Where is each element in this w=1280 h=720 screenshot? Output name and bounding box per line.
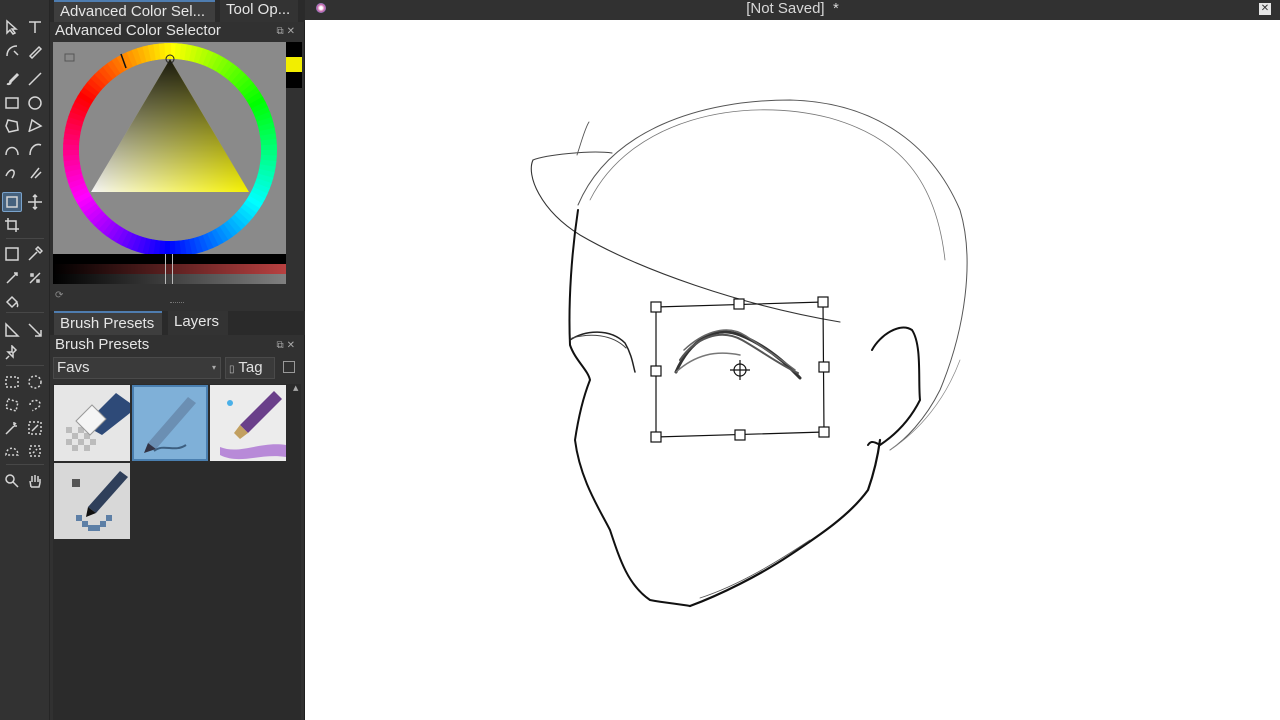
ellipse-select-icon[interactable] xyxy=(25,372,45,392)
docker-float-close-buttons[interactable]: ⧉✕ xyxy=(276,26,298,37)
rectangle-tool-icon[interactable] xyxy=(2,93,22,113)
dynamic-brush-icon[interactable] xyxy=(2,162,22,182)
scroll-up-icon[interactable]: ▲ xyxy=(293,384,298,392)
hsv-color-wheel[interactable] xyxy=(53,42,286,257)
docker-panel: Advanced Color Sel... Tool Op... Advance… xyxy=(50,0,305,720)
smart-patch-icon[interactable] xyxy=(2,268,22,288)
crop-tool-icon[interactable] xyxy=(2,215,22,235)
rect-select-icon[interactable] xyxy=(2,372,22,392)
magnetic-select-icon[interactable] xyxy=(25,441,45,461)
color-history-bars[interactable] xyxy=(53,254,286,288)
preset-pixel-pen[interactable] xyxy=(54,463,130,539)
pin-tool-icon[interactable] xyxy=(2,343,22,363)
reference-tool-icon[interactable] xyxy=(25,320,45,340)
calligraphy-icon[interactable] xyxy=(25,41,45,61)
bezier-select-icon[interactable] xyxy=(2,441,22,461)
gradient-tool-icon[interactable] xyxy=(2,244,22,264)
top-docker-tabbar: Advanced Color Sel... Tool Op... xyxy=(50,0,305,22)
zoom-tool-icon[interactable] xyxy=(2,471,22,491)
preset-eraser[interactable] xyxy=(54,385,130,461)
freehand-select-icon[interactable] xyxy=(25,395,45,415)
document-title: [Not Saved] * xyxy=(305,0,1280,18)
move-tool-icon[interactable] xyxy=(25,192,45,212)
splitter-handle[interactable] xyxy=(170,302,184,305)
edit-shapes-icon[interactable] xyxy=(2,41,22,61)
preset-pencil[interactable] xyxy=(132,385,208,461)
refresh-icon[interactable]: ⟳ xyxy=(55,290,63,301)
similar-select-icon[interactable] xyxy=(25,418,45,438)
line-tool-icon[interactable] xyxy=(25,69,45,89)
preset-grid xyxy=(53,384,293,720)
fg-bg-swatches[interactable] xyxy=(286,42,302,88)
preset-watercolor[interactable] xyxy=(210,385,286,461)
measure-tool-icon[interactable] xyxy=(2,320,22,340)
select-shapes-icon[interactable] xyxy=(2,17,22,37)
tag-button[interactable]: ▯ Tag xyxy=(225,357,275,379)
color-picker-icon[interactable] xyxy=(25,244,45,264)
document-titlebar: [Not Saved] * ✕ xyxy=(305,0,1280,20)
assistant-tool-icon[interactable] xyxy=(25,268,45,288)
tag-label: Tag xyxy=(238,359,263,376)
preset-filter-value: Favs xyxy=(57,359,90,376)
fill-tool-icon[interactable] xyxy=(2,291,22,311)
transform-tool-icon[interactable] xyxy=(2,192,22,212)
krita-window: Advanced Color Sel... Tool Op... Advance… xyxy=(0,0,1280,720)
brush-presets-title: Brush Presets xyxy=(55,336,150,353)
freehand-path-icon[interactable] xyxy=(25,139,45,159)
pan-tool-icon[interactable] xyxy=(25,471,45,491)
bottom-docker-tabbar: Brush Presets Layers xyxy=(50,311,305,335)
chevron-down-icon: ▾ xyxy=(211,363,216,372)
tab-tool-options[interactable]: Tool Op... xyxy=(220,0,298,22)
preset-menu-icon[interactable] xyxy=(283,361,295,373)
tag-icon: ▯ xyxy=(229,364,235,375)
modified-marker: * xyxy=(832,0,839,17)
docker-float-close-buttons-2[interactable]: ⧉✕ xyxy=(276,340,298,351)
toolbox xyxy=(0,0,50,720)
watercolor-brush-icon xyxy=(210,385,286,461)
polyline-tool-icon[interactable] xyxy=(25,116,45,136)
tab-layers[interactable]: Layers xyxy=(168,311,228,335)
freehand-brush-icon[interactable] xyxy=(2,69,22,89)
document-name: [Not Saved] xyxy=(746,0,825,17)
color-selector-title: Advanced Color Selector xyxy=(55,22,221,39)
preset-filter-dropdown[interactable]: Favs ▾ xyxy=(53,357,221,379)
pencil-icon xyxy=(144,397,196,453)
background-swatch[interactable] xyxy=(286,42,302,57)
color-wheel-area[interactable] xyxy=(53,42,286,257)
foreground-swatch[interactable] xyxy=(286,57,302,72)
sketch-artwork xyxy=(530,99,968,608)
tab-brush-presets[interactable]: Brush Presets xyxy=(54,311,162,335)
tab-advanced-color-selector[interactable]: Advanced Color Sel... xyxy=(54,0,215,22)
drawing-canvas[interactable] xyxy=(305,20,1280,720)
settings-icon[interactable] xyxy=(64,53,75,62)
polygon-select-icon[interactable] xyxy=(2,395,22,415)
pixel-pen-icon xyxy=(54,463,130,539)
preset-scrollbar[interactable]: ▲ xyxy=(291,384,301,720)
contiguous-select-icon[interactable] xyxy=(2,418,22,438)
ellipse-tool-icon[interactable] xyxy=(25,93,45,113)
text-tool-icon[interactable] xyxy=(25,17,45,37)
eraser-icon xyxy=(54,385,130,461)
bezier-tool-icon[interactable] xyxy=(2,139,22,159)
close-icon[interactable]: ✕ xyxy=(1259,3,1271,15)
polygon-tool-icon[interactable] xyxy=(2,116,22,136)
multibrush-icon[interactable] xyxy=(25,162,45,182)
